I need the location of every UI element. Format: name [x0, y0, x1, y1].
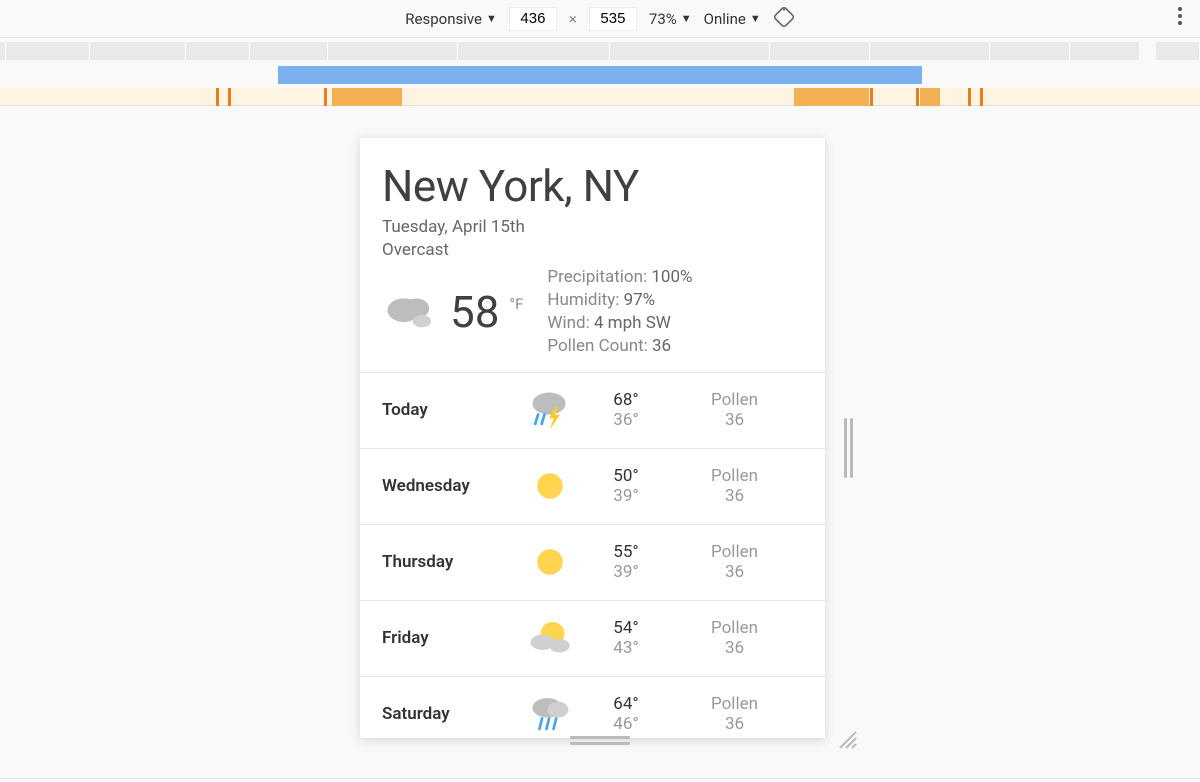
- city-title: New York, NY: [382, 160, 803, 212]
- weather-stats: Precipitation: 100% Humidity: 97% Wind: …: [547, 266, 692, 358]
- overcast-icon: [382, 288, 440, 336]
- temp-unit: °F: [509, 295, 523, 313]
- viewport-range-bar: [0, 66, 1200, 84]
- partly-sunny-icon: [527, 618, 573, 658]
- zoom-select[interactable]: 73% ▼: [649, 10, 692, 28]
- forecast-row: Friday 54°43° Pollen36: [360, 600, 825, 676]
- forecast-row: Saturday 64°46° Pollen36: [360, 676, 825, 738]
- storm-icon: [527, 387, 573, 433]
- chevron-down-icon: ▼: [681, 12, 692, 25]
- forecast-row: Thursday 55°39° Pollen36: [360, 524, 825, 600]
- status-bar: [0, 778, 1200, 782]
- throttle-label: Online: [704, 10, 746, 28]
- device-select[interactable]: Responsive ▼: [405, 10, 497, 28]
- forecast-day: Friday: [382, 628, 514, 648]
- device-toolbar: Responsive ▼ × 73% ▼ Online ▼: [0, 0, 1200, 38]
- showers-icon: [528, 692, 572, 736]
- device-select-label: Responsive: [405, 10, 482, 28]
- device-frame: New York, NY Tuesday, April 15th Overcas…: [360, 138, 840, 738]
- throttle-select[interactable]: Online ▼: [704, 10, 761, 28]
- forecast-day: Wednesday: [382, 476, 514, 496]
- dimension-separator: ×: [569, 10, 577, 28]
- chevron-down-icon: ▼: [750, 12, 761, 25]
- forecast-day: Saturday: [382, 704, 514, 724]
- forecast-day: Thursday: [382, 552, 514, 572]
- chevron-down-icon: ▼: [486, 12, 497, 25]
- height-input[interactable]: [589, 7, 637, 31]
- condition-line: Overcast: [382, 239, 803, 262]
- forecast-row: Today 68°36° Pollen36: [360, 372, 825, 448]
- rotate-icon[interactable]: [773, 6, 795, 32]
- weather-card: New York, NY Tuesday, April 15th Overcas…: [360, 138, 825, 738]
- width-input[interactable]: [509, 7, 557, 31]
- current-temp: 58: [450, 286, 499, 338]
- resize-handle-bottom[interactable]: [570, 736, 630, 746]
- resize-handle-right[interactable]: [842, 418, 854, 478]
- ruler-ticks: [0, 38, 1200, 64]
- forecast-day: Today: [382, 400, 514, 420]
- breakpoint-bar: [0, 88, 1200, 106]
- forecast-row: Wednesday 50°39° Pollen36: [360, 448, 825, 524]
- sunny-icon: [530, 542, 570, 582]
- resize-handle-corner[interactable]: [836, 728, 858, 750]
- date-line: Tuesday, April 15th: [382, 216, 803, 239]
- zoom-label: 73%: [649, 10, 677, 28]
- more-options-icon[interactable]: [1178, 7, 1182, 25]
- sunny-icon: [530, 466, 570, 506]
